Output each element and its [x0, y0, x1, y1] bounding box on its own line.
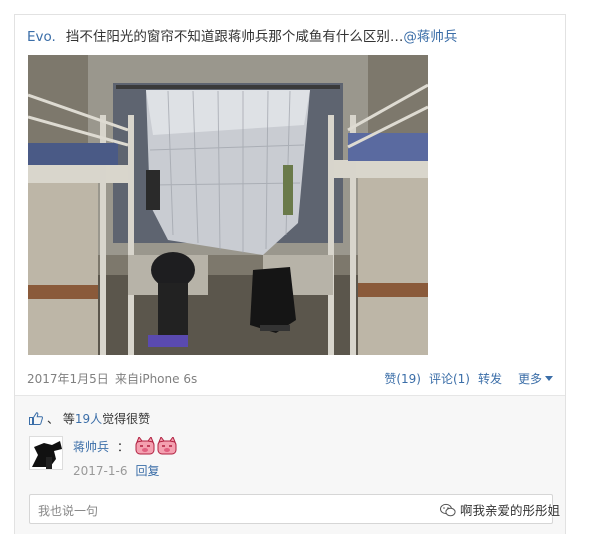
post-author-link[interactable]: Evo. — [27, 29, 56, 45]
dorm-room-photo — [28, 55, 428, 355]
post-body-text: 挡不住阳光的窗帘不知道跟蒋帅兵那个咸鱼有什么区别… — [65, 29, 404, 45]
comment-input-placeholder: 我也说一句 — [38, 504, 99, 518]
comment-line: 蒋帅兵 ： — [73, 436, 179, 458]
thumbs-up-icon[interactable] — [29, 412, 43, 425]
watermark: 啊我亲爱的彤彤姐 — [440, 500, 560, 519]
post-text: Evo. 挡不住阳光的窗帘不知道跟蒋帅兵那个咸鱼有什么区别…@蒋帅兵 — [27, 25, 457, 45]
chevron-down-icon — [545, 376, 553, 381]
weibo-post-card: Evo. 挡不住阳光的窗帘不知道跟蒋帅兵那个咸鱼有什么区别…@蒋帅兵 2017年… — [14, 14, 566, 534]
post-photo[interactable] — [28, 55, 428, 355]
like-button[interactable]: 赞(19) — [384, 372, 421, 386]
mention-link[interactable]: @蒋帅兵 — [403, 29, 457, 45]
comment-meta: 2017-1-6 回复 — [73, 462, 179, 479]
likes-prefix: 、 等 — [47, 412, 75, 426]
wechat-icon — [440, 503, 456, 517]
comment-body: 蒋帅兵 ： 2017-1-6 回复 — [73, 436, 179, 479]
comment-item: 蒋帅兵 ： 2017-1-6 回复 — [29, 436, 549, 484]
more-label: 更多 — [517, 372, 542, 386]
comment-colon: ： — [117, 440, 130, 454]
avatar-image — [30, 437, 62, 469]
post-date[interactable]: 2017年1月5日 — [27, 370, 109, 387]
reply-link[interactable]: 回复 — [135, 464, 159, 478]
comment-button[interactable]: 评论(1) — [429, 372, 470, 386]
post-meta: 2017年1月5日 来自iPhone 6s 赞(19) 评论(1) 转发 更多 — [27, 370, 553, 386]
watermark-text: 啊我亲爱的彤彤姐 — [460, 503, 561, 518]
more-button[interactable]: 更多 — [510, 372, 553, 386]
pig-emoji-icon — [157, 437, 177, 455]
likes-summary: 、 等19人觉得很赞 — [29, 410, 150, 427]
likes-suffix: 觉得很赞 — [102, 412, 151, 426]
post-actions: 赞(19) 评论(1) 转发 更多 — [376, 370, 553, 387]
comment-author-link[interactable]: 蒋帅兵 — [73, 440, 109, 454]
repost-button[interactable]: 转发 — [478, 372, 502, 386]
likes-count-link[interactable]: 19人 — [75, 412, 102, 426]
comment-date: 2017-1-6 — [73, 464, 128, 478]
avatar[interactable] — [29, 436, 63, 470]
post-source: 来自iPhone 6s — [115, 372, 198, 386]
pig-emoji-icon — [135, 437, 155, 455]
